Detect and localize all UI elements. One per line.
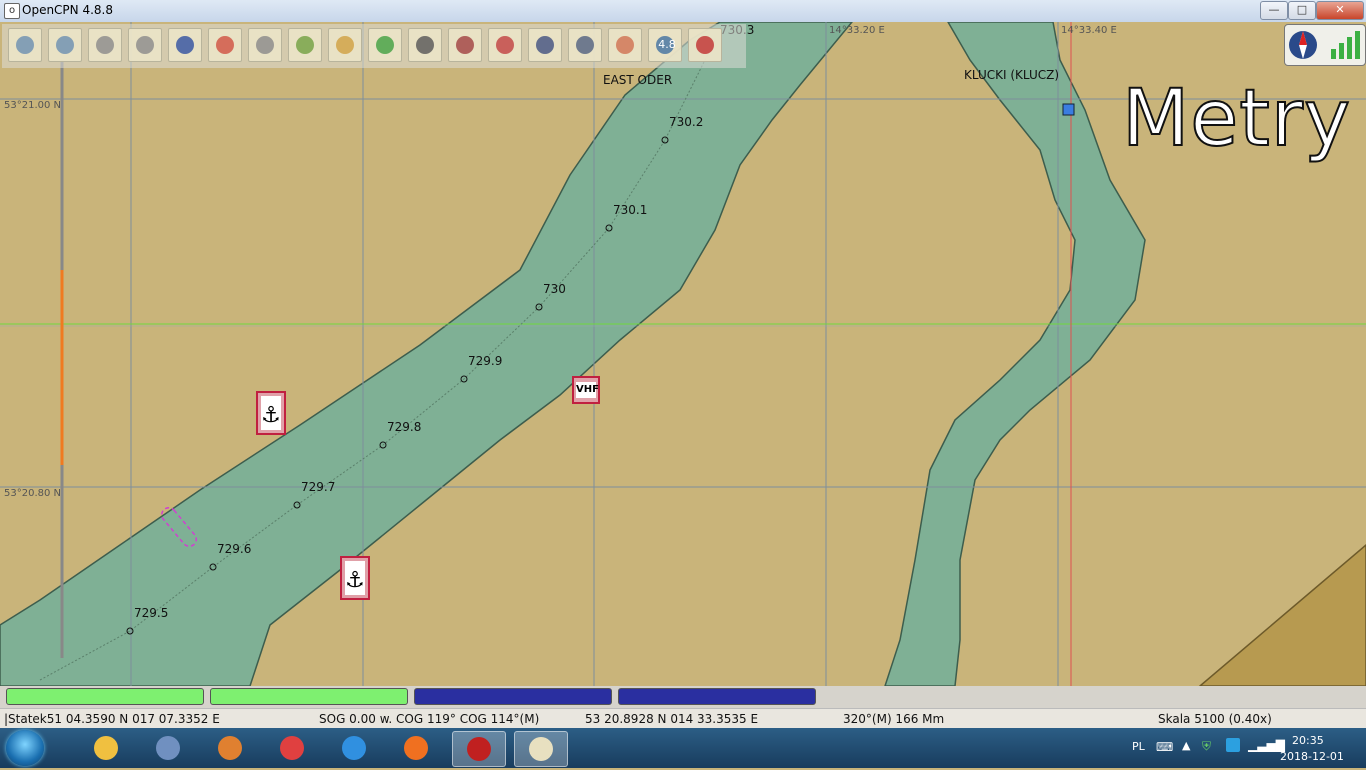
language-indicator[interactable]: PL (1132, 740, 1145, 753)
window-titlebar: o OpenCPN 4.8.8 — □ ✕ (0, 0, 1366, 23)
zoom-level-badge: 4.8 (658, 38, 676, 51)
km-label: 729.9 (468, 354, 502, 368)
scale-in-icon[interactable] (128, 28, 162, 62)
cursor-position: 53 20.8928 N 014 33.3535 E (585, 712, 759, 726)
print-icon[interactable] (408, 28, 442, 62)
lon-label-2: 14°33.40 E (1061, 25, 1117, 36)
lat-label-2: 53°20.80 N (4, 488, 62, 499)
sog-cog: SOG 0.00 w. COG 119° COG 114°(M) (319, 712, 540, 726)
taskbar-media-player-icon[interactable] (204, 731, 256, 765)
status-indicator (618, 688, 816, 705)
maximize-button[interactable]: □ (1288, 1, 1316, 20)
svg-text:⚓: ⚓ (261, 403, 281, 428)
keyboard-icon[interactable]: ⌨ (1156, 740, 1173, 754)
main-toolbar: 4.8 (2, 24, 746, 68)
help-icon[interactable] (568, 28, 602, 62)
km-label: 729.6 (217, 542, 251, 556)
km-label: 729.8 (387, 420, 421, 434)
track-icon[interactable] (488, 28, 522, 62)
mob-icon[interactable] (688, 28, 722, 62)
km-label: 730 (543, 282, 566, 296)
lon-label-1: 14°33.20 E (829, 25, 885, 36)
chart-scale: Skala 5100 (0.40x) (1158, 712, 1272, 726)
route-point (1062, 103, 1075, 116)
status-indicator-row (0, 686, 1366, 708)
auto-follow-icon[interactable] (328, 28, 362, 62)
km-label: 729.7 (301, 480, 335, 494)
km-label: 729.5 (134, 606, 168, 620)
anchor-sign-1: ⚓ (256, 391, 286, 435)
bearing-distance: 320°(M) 166 Mm (843, 712, 945, 726)
status-line: |Statek51 04.3590 N 017 07.3352 E SOG 0.… (0, 708, 1366, 729)
lat-label-1: 53°21.00 N (4, 100, 62, 111)
network-shield-icon[interactable]: ⛨ (1202, 739, 1211, 754)
route-icon[interactable] (168, 28, 202, 62)
zoom-in-icon[interactable] (8, 28, 42, 62)
vhf-label: VHF (576, 382, 599, 398)
ship-position: |Statek51 04.3590 N 017 07.3352 E (4, 712, 220, 726)
status-indicator (210, 688, 408, 705)
km-label: 730.2 (669, 115, 703, 129)
scale-out-icon[interactable] (88, 28, 122, 62)
ship-icon[interactable] (208, 28, 242, 62)
windows-taskbar: PL ⌨ ▲ ⛨ ▁▃▅▇ 20:35 2018-12-01 (0, 728, 1366, 768)
anchor-sign-2: ⚓ (340, 556, 370, 600)
km-label: 730.1 (613, 203, 647, 217)
zoom-out-icon[interactable] (48, 28, 82, 62)
quilt-icon[interactable] (368, 28, 402, 62)
depth-units-overlay: Metry (1121, 73, 1352, 165)
taskbar-explorer-icon[interactable] (80, 731, 132, 765)
status-indicator (6, 688, 204, 705)
tide-icon[interactable] (528, 28, 562, 62)
taskbar-chrome-icon[interactable] (266, 731, 318, 765)
taskbar-ie-icon[interactable] (328, 731, 380, 765)
tray-expand-icon[interactable]: ▲ (1182, 739, 1190, 752)
close-button[interactable]: ✕ (1316, 1, 1364, 20)
opencpn-app-icon: o (4, 3, 20, 19)
clock-time[interactable]: 20:35 (1292, 734, 1324, 747)
taskbar-calculator-icon[interactable] (142, 731, 194, 765)
settings-wrench-icon[interactable] (248, 28, 282, 62)
notification-icon[interactable] (1226, 738, 1240, 752)
vhf-sign[interactable]: VHF (572, 376, 600, 404)
window-title: OpenCPN 4.8.8 (22, 3, 113, 17)
status-indicator (414, 688, 612, 705)
taskbar-acrobat-icon[interactable] (452, 731, 506, 767)
taskbar-firefox-icon[interactable] (390, 731, 442, 765)
ais-icon[interactable] (288, 28, 322, 62)
minimize-button[interactable]: — (1260, 1, 1288, 20)
start-button[interactable] (6, 730, 44, 766)
mark-icon[interactable] (608, 28, 642, 62)
clock-date[interactable]: 2018-12-01 (1280, 750, 1344, 763)
compass-gps-widget[interactable] (1284, 24, 1366, 66)
svg-text:⚓: ⚓ (345, 568, 365, 593)
place-label-east-oder: EAST ODER (603, 73, 673, 87)
settings-chart-icon[interactable] (448, 28, 482, 62)
place-label-klucki: KLUCKI (KLUCZ) (964, 68, 1060, 82)
system-tray: PL ⌨ ▲ ⛨ ▁▃▅▇ 20:35 2018-12-01 (1106, 728, 1366, 768)
taskbar-opencpn-icon[interactable] (514, 731, 568, 767)
